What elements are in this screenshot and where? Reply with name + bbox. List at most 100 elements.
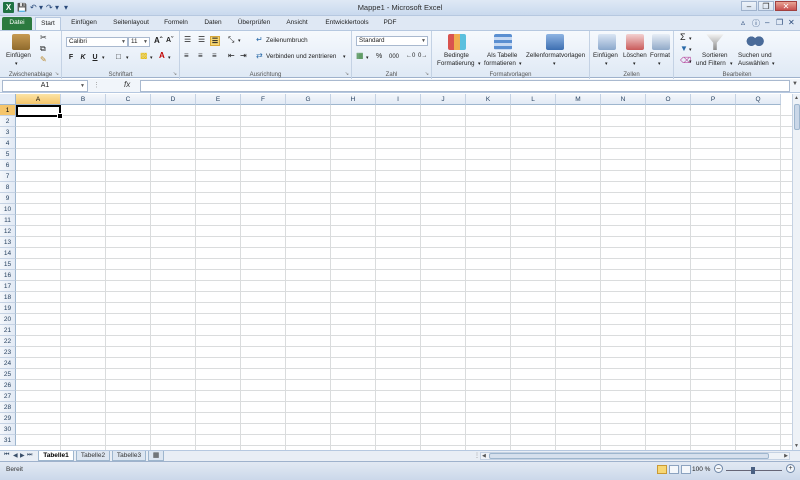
row-header[interactable]: 5 [0,149,16,160]
fill-dropdown-icon[interactable]: ▾ [150,54,153,62]
active-cell[interactable] [16,105,63,119]
align-top-icon[interactable]: ☰ [184,36,191,44]
sort-filter-icon[interactable] [706,34,724,50]
thousands-button[interactable]: 000 [389,53,399,61]
row-header[interactable]: 15 [0,259,16,270]
delete-dropdown-icon[interactable]: ▾ [633,60,636,68]
increase-indent-icon[interactable]: ⇥ [240,52,247,60]
increase-decimal-icon[interactable]: ←0 [406,52,415,60]
tab-ansicht[interactable]: Ansicht [280,17,314,30]
row-header[interactable]: 29 [0,413,16,424]
cell-styles-button[interactable]: Zellenformatvorlagen [526,52,585,60]
paste-button[interactable]: Einfügen [6,52,31,60]
sheet-tab-tabelle3[interactable]: Tabelle3 [112,451,146,461]
zoom-in-button[interactable]: + [786,464,795,473]
scroll-up-icon[interactable]: ▲ [794,95,799,101]
sort-dropdown-icon[interactable]: ▾ [730,60,733,68]
paste-icon[interactable] [12,34,30,50]
cell-area[interactable] [16,105,792,450]
column-header[interactable]: C [106,94,151,105]
align-right-icon[interactable]: ≡ [212,52,217,60]
underline-dropdown-icon[interactable]: ▾ [102,54,105,62]
number-format-select[interactable]: Standard ▼ [356,36,428,46]
row-header[interactable]: 6 [0,160,16,171]
cut-icon[interactable]: ✂ [40,34,47,42]
decrease-indent-icon[interactable]: ⇤ [228,52,235,60]
column-header[interactable]: Q [736,94,781,105]
find-dropdown-icon[interactable]: ▾ [772,60,775,68]
row-header[interactable]: 12 [0,226,16,237]
zoom-slider-knob[interactable] [751,467,755,474]
wrap-text-button[interactable]: Zeilenumbruch [266,37,308,45]
prev-sheet-icon[interactable]: ◀ [13,452,18,459]
worksheet-grid[interactable]: ABCDEFGHIJKLMNOPQ 1 2 3 4 5 6 7 8 9 10 11 12 13 14 15 1… [0,94,800,450]
column-header[interactable]: D [151,94,196,105]
help-icon[interactable]: ⓘ [752,18,760,29]
tab-formeln[interactable]: Formeln [158,17,194,30]
percent-button[interactable]: % [376,53,382,61]
number-launcher-icon[interactable]: ↘ [425,71,429,77]
delete-cells-icon[interactable] [626,34,644,50]
row-header[interactable]: 14 [0,248,16,259]
row-header[interactable]: 26 [0,380,16,391]
row-header[interactable]: 11 [0,215,16,226]
row-header[interactable]: 4 [0,138,16,149]
row-header[interactable]: 13 [0,237,16,248]
row-header[interactable]: 22 [0,336,16,347]
orientation-icon[interactable]: ⤡ [228,36,234,44]
conditional-formatting-icon[interactable] [448,34,466,50]
wrap-text-icon[interactable]: ↵ [256,36,263,44]
tab-einfuegen[interactable]: Einfügen [65,17,103,30]
row-header[interactable]: 17 [0,281,16,292]
row-header[interactable]: 24 [0,358,16,369]
underline-icon[interactable]: U [90,53,100,63]
scroll-right-icon[interactable]: ▶ [784,453,788,459]
font-size-select[interactable]: 11 ▼ [128,37,150,47]
vertical-scroll-thumb[interactable] [794,104,800,130]
fill-icon[interactable]: ▼ [680,45,688,53]
normal-view-icon[interactable] [657,465,667,474]
row-header[interactable]: 3 [0,127,16,138]
table-dropdown-icon[interactable]: ▾ [519,60,522,68]
align-left-icon[interactable]: ≡ [184,52,189,60]
cell-styles-icon[interactable] [546,34,564,50]
conditional-formatting-label[interactable]: Formatierung [437,60,474,68]
align-center-icon[interactable]: ≡ [198,52,203,60]
alignment-launcher-icon[interactable]: ↘ [345,71,349,77]
column-header[interactable]: E [196,94,241,105]
find-select-label[interactable]: Auswählen [738,60,769,68]
column-header[interactable]: F [241,94,286,105]
select-all-corner[interactable] [0,94,16,105]
column-header[interactable]: M [556,94,601,105]
format-cells-button[interactable]: Format [650,52,670,60]
decrease-decimal-icon[interactable]: 0→ [418,52,427,60]
font-launcher-icon[interactable]: ↘ [173,71,177,77]
row-header[interactable]: 2 [0,116,16,127]
tab-daten[interactable]: Daten [198,17,228,30]
font-color-icon[interactable]: A [159,52,165,60]
insert-dropdown-icon[interactable]: ▾ [605,60,608,68]
tab-seitenlayout[interactable]: Seitenlayout [106,17,156,30]
tab-datei[interactable]: Datei [2,17,32,30]
sort-filter-label[interactable]: und Filtern [696,60,726,68]
format-as-table-label[interactable]: formatieren [484,60,516,68]
autosum-dropdown-icon[interactable]: ▾ [689,35,692,43]
row-header[interactable]: 8 [0,182,16,193]
clear-dropdown-icon[interactable]: ▾ [689,58,692,66]
insert-cells-button[interactable]: Einfügen [593,52,618,60]
sheet-tab-tabelle1[interactable]: Tabelle1 [38,451,74,461]
row-header[interactable]: 23 [0,347,16,358]
row-header[interactable]: 7 [0,171,16,182]
zoom-level[interactable]: 100 % [692,466,710,473]
close-button[interactable]: ✕ [775,1,797,11]
align-middle-icon[interactable]: ☰ [198,36,205,44]
format-as-table-icon[interactable] [494,34,512,50]
align-bottom-icon[interactable]: ☰ [210,36,220,46]
paste-dropdown-icon[interactable]: ▾ [15,60,18,68]
column-header[interactable]: G [286,94,331,105]
row-header[interactable]: 30 [0,424,16,435]
tab-ueberpruefen[interactable]: Überprüfen [232,17,276,30]
row-header[interactable]: 19 [0,303,16,314]
row-header[interactable]: 31 [0,435,16,446]
format-as-table-button[interactable]: Als Tabelle [487,52,517,60]
